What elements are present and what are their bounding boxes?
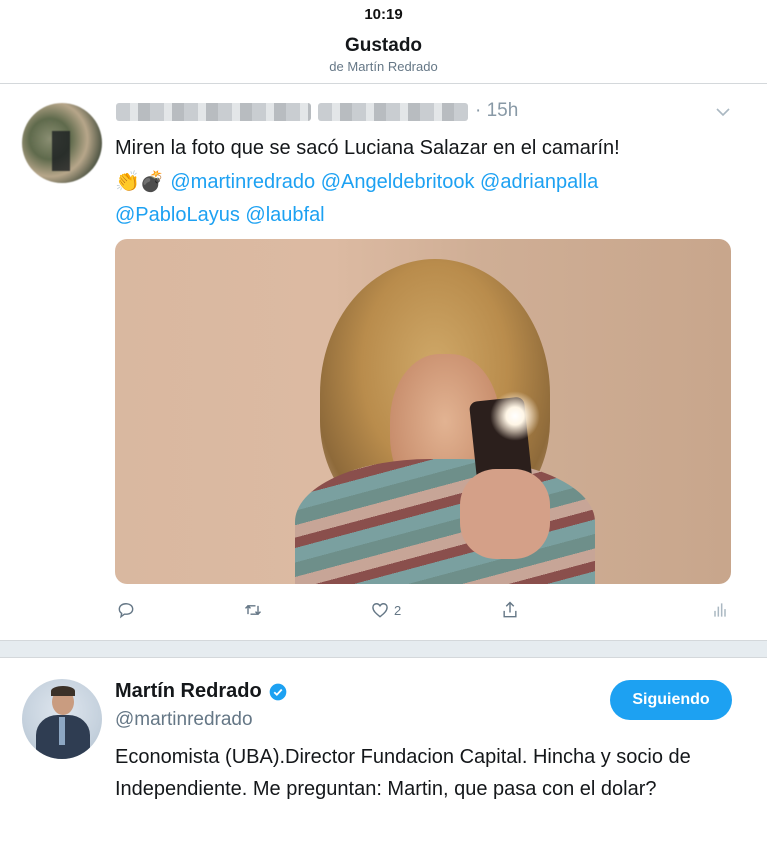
following-button[interactable]: Siguiendo: [610, 680, 732, 720]
author-handle-redacted: [318, 103, 468, 121]
analytics-icon[interactable]: [710, 600, 730, 620]
mention-link[interactable]: @adrianpalla: [480, 171, 598, 193]
profile-handle[interactable]: @martinredrado: [115, 709, 253, 731]
photo-sweater: [295, 459, 595, 584]
tweet-emojis: 👏💣: [115, 169, 165, 193]
avatar-tie: [59, 717, 65, 745]
profile-name[interactable]: Martín Redrado: [115, 680, 262, 703]
verified-badge-icon: [269, 683, 287, 700]
photo-flash: [490, 391, 540, 441]
status-time: 10:19: [364, 6, 403, 23]
heart-icon: [372, 603, 388, 618]
tweet-photo[interactable]: [115, 239, 731, 584]
page-title: Gustado: [344, 35, 423, 56]
mention-link[interactable]: @PabloLayus: [115, 204, 240, 226]
status-bar: 10:19: [0, 0, 767, 30]
like-count: 2: [394, 602, 402, 618]
section-divider: [0, 640, 767, 658]
mention-link[interactable]: @Angeldebritoοk: [321, 171, 475, 193]
tweet-author-avatar[interactable]: [22, 103, 102, 183]
avatar-hair: [51, 686, 75, 696]
like-button[interactable]: 2: [370, 600, 401, 620]
reply-icon[interactable]: [116, 600, 136, 620]
nav-header: Gustado de Martín Redrado: [0, 30, 767, 84]
tweet-body: Miren la foto que se sacó Luciana Salaza…: [115, 137, 620, 159]
profile-avatar[interactable]: [22, 679, 102, 759]
mention-link[interactable]: @laubfal: [245, 204, 324, 226]
chevron-down-icon[interactable]: [716, 104, 730, 122]
profile-name-row[interactable]: Martín Redrado: [115, 680, 288, 703]
retweet-icon[interactable]: [243, 600, 263, 620]
author-name-redacted: [116, 103, 311, 121]
mention-link[interactable]: @martinredrado: [170, 171, 315, 193]
share-icon[interactable]: [500, 600, 520, 620]
profile-bio: Economista (UBA).Director Fundacion Capi…: [115, 746, 691, 800]
tweet-timestamp: · 15h: [475, 100, 519, 121]
tweet-actions: 2: [0, 600, 767, 624]
page-subtitle: de Martín Redrado: [329, 59, 438, 74]
photo-hand: [460, 469, 550, 559]
tweet-text: Miren la foto que se sacó Luciana Salaza…: [115, 132, 735, 232]
